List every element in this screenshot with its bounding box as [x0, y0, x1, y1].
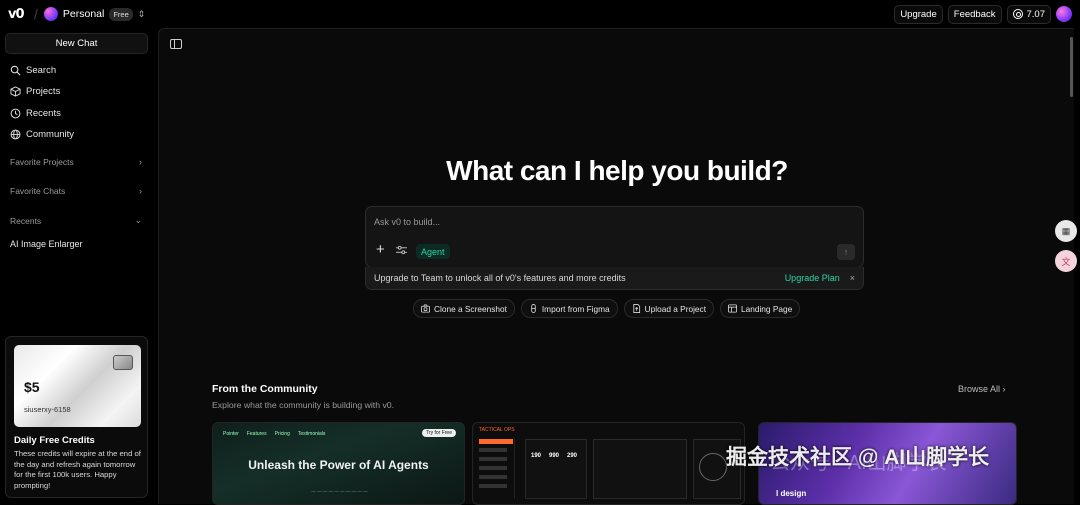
section-favorite-projects[interactable]: Favorite Projects › — [10, 157, 142, 167]
prompt-input[interactable]: Ask v0 to build... — [374, 217, 440, 227]
community-title: From the Community — [212, 383, 318, 395]
card-cta: Try for Free — [422, 429, 456, 437]
community-card[interactable]: TACTICAL OPS 190 990 290 — [472, 422, 745, 505]
plan-badge: Free — [109, 7, 133, 21]
section-favorite-chats[interactable]: Favorite Chats › — [10, 186, 142, 196]
credits-description: These credits will expire at the end of … — [14, 449, 141, 490]
top-bar: v0 / Personal Free ⇕ Upgrade Feedback 7.… — [0, 0, 1080, 28]
community-card[interactable]: Pointer Features Pricing Testimonials Tr… — [212, 422, 465, 505]
section-label: Recents — [10, 215, 42, 226]
upgrade-banner-text: Upgrade to Team to unlock all of v0's fe… — [374, 273, 626, 283]
send-arrow-icon[interactable]: ↑ — [837, 244, 855, 260]
card-headline: Unleash the Power of AI Agents — [248, 458, 429, 472]
section-label: Favorite Chats — [10, 186, 66, 196]
sidebar-item-community[interactable]: Community — [10, 129, 74, 140]
section-recents[interactable]: Recents ⌄ — [10, 215, 142, 226]
recent-item[interactable]: AI Image Enlarger — [10, 239, 83, 249]
page-title: What can I help you build? — [446, 155, 788, 186]
chevron-down-icon: ⌄ — [134, 215, 142, 225]
new-chat-button[interactable]: New Chat — [5, 33, 148, 54]
credit-card-visual: $5 siuserxy-6158 — [14, 345, 141, 427]
clock-icon — [10, 108, 21, 119]
figma-icon — [531, 304, 536, 313]
upgrade-plan-link[interactable]: Upgrade Plan — [785, 273, 840, 283]
sidebar-item-label: Projects — [26, 86, 61, 97]
card-panel — [593, 439, 687, 499]
sidebar-item-projects[interactable]: Projects — [10, 86, 60, 97]
credit-amount: $5 — [24, 379, 40, 395]
prompt-box: Ask v0 to build... + Agent ↑ — [365, 206, 864, 268]
radar-icon — [699, 453, 727, 481]
layout-icon — [728, 304, 737, 313]
sidebar-item-search[interactable]: Search — [10, 65, 56, 76]
clone-screenshot-button[interactable]: Clone a Screenshot — [413, 299, 515, 318]
landing-page-button[interactable]: Landing Page — [720, 299, 801, 318]
workspace-avatar — [43, 7, 58, 21]
sliders-icon[interactable] — [396, 246, 407, 255]
upgrade-button[interactable]: Upgrade — [894, 4, 943, 24]
workspace-name[interactable]: Personal — [63, 8, 104, 20]
box-icon — [10, 86, 21, 97]
camera-icon — [421, 304, 430, 313]
upload-project-button[interactable]: Upload a Project — [623, 299, 714, 318]
agent-toggle[interactable]: Agent — [416, 244, 450, 259]
upgrade-banner: Upgrade to Team to unlock all of v0's fe… — [365, 267, 864, 290]
card-number: 190 — [531, 453, 542, 459]
card-chip-icon — [113, 355, 133, 370]
chip-label: Clone a Screenshot — [434, 303, 507, 314]
chevron-right-icon: › — [1002, 384, 1006, 394]
browse-all-link[interactable]: Browse All › — [958, 384, 1006, 394]
chevron-right-icon: › — [139, 186, 142, 196]
credits-icon — [1012, 9, 1023, 19]
card-nav-item: Pricing — [274, 431, 290, 437]
file-upload-icon — [633, 304, 640, 313]
card-number: 990 — [549, 453, 560, 459]
credits-title: Daily Free Credits — [14, 435, 95, 446]
plus-icon[interactable]: + — [376, 242, 385, 257]
translate-icon[interactable]: 文 — [1055, 250, 1077, 272]
feedback-button[interactable]: Feedback — [947, 4, 1002, 24]
card-nav-item: Testimonials — [297, 431, 326, 437]
chip-label: Landing Page — [741, 303, 793, 314]
close-icon[interactable]: × — [850, 273, 855, 283]
v0-logo[interactable]: v0 — [8, 7, 34, 22]
sidebar-item-label: Community — [26, 129, 75, 140]
sidebar-item-recents[interactable]: Recents — [10, 108, 61, 119]
chevron-right-icon: › — [139, 157, 142, 167]
card-username: siuserxy-6158 — [24, 405, 71, 414]
sidebar: New Chat Search Projects Recents Communi… — [0, 28, 155, 504]
credits-value: 7.07 — [1026, 8, 1046, 20]
daily-credits-card: $5 siuserxy-6158 Daily Free Credits Thes… — [5, 336, 148, 498]
card-nav-item: Pointer — [223, 431, 239, 437]
chevron-updown-icon[interactable]: ⇕ — [138, 9, 146, 20]
sidebar-toggle-icon[interactable] — [170, 39, 182, 49]
import-figma-button[interactable]: Import from Figma — [520, 299, 618, 318]
qr-code-icon[interactable]: ▦ — [1055, 220, 1077, 242]
user-avatar[interactable] — [1056, 6, 1072, 22]
sidebar-item-label: Search — [26, 65, 57, 76]
community-subtitle: Explore what the community is building w… — [212, 400, 395, 410]
divider-slash: / — [34, 6, 38, 22]
card-sidebar — [479, 439, 515, 499]
watermark-overlay: 掘金技术社区 @ AI山脚学长 — [726, 446, 990, 469]
scrollbar-thumb[interactable] — [1070, 37, 1073, 97]
main-panel: What can I help you build? Ask v0 to bui… — [158, 28, 1074, 505]
card-header: TACTICAL OPS — [479, 427, 515, 433]
search-icon — [10, 65, 21, 76]
chip-label: Upload a Project — [644, 303, 706, 314]
card-panel — [525, 439, 587, 499]
sidebar-item-label: Recents — [26, 108, 61, 119]
card-text: l design — [776, 489, 807, 498]
card-number: 290 — [567, 453, 578, 459]
section-label: Favorite Projects — [10, 157, 74, 167]
card-nav: Pointer Features Pricing Testimonials — [223, 431, 325, 437]
globe-icon — [10, 129, 21, 140]
card-fine-print: — — — — — — — — — — — [311, 489, 368, 494]
browse-all-label: Browse All — [958, 384, 1001, 394]
card-nav-item: Features — [246, 431, 267, 437]
credits-button[interactable]: 7.07 — [1006, 4, 1051, 24]
quick-actions: Clone a Screenshot Import from Figma Upl… — [413, 299, 801, 318]
chip-label: Import from Figma — [541, 303, 610, 314]
